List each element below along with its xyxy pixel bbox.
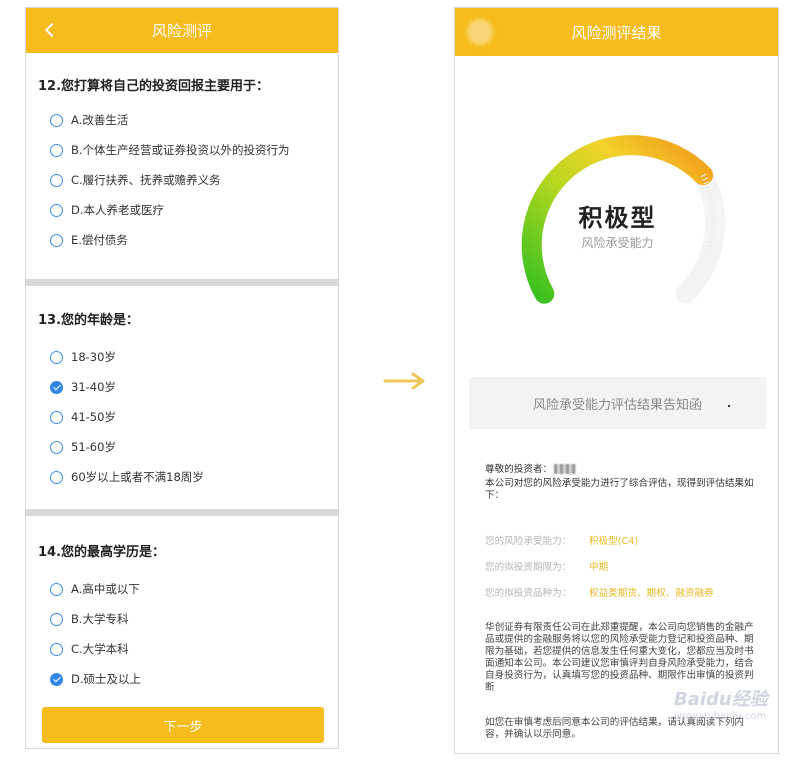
radio-icon[interactable] xyxy=(50,470,63,484)
option-14-d[interactable]: D.硕士及以上 xyxy=(38,664,326,694)
risk-type-label: 积极型 xyxy=(578,204,657,232)
disclaimer-text: 华创证券有限责任公司在此郑重提醒，本公司向您销售的金融产品或提供的金融服务将以您… xyxy=(485,622,754,693)
notice-letter-button[interactable]: 风险承受能力评估结果告知函 xyxy=(469,377,766,429)
section-divider xyxy=(26,509,338,516)
page-title: 风险测评 xyxy=(151,22,212,40)
dot-icon xyxy=(728,405,730,407)
page: 风险测评 12.您打算将自己的投资回报主要用于： A.改善生活 B.个体生产经营… xyxy=(0,0,800,765)
question-12: 12.您打算将自己的投资回报主要用于： A.改善生活 B.个体生产经营或证券投资… xyxy=(26,53,338,279)
summary-row: 您的拟投资品种为： 权益类期货、期权、融资融券 xyxy=(485,585,714,599)
radio-icon[interactable] xyxy=(50,582,63,596)
radio-icon[interactable] xyxy=(50,143,63,157)
question-13: 13.您的年龄是： 18-30岁 31-40岁 41-50岁 51-60岁 60… xyxy=(26,286,338,509)
option-13-2[interactable]: 31-40岁 xyxy=(38,372,326,402)
summary-label: 您的风险承受能力： xyxy=(485,536,572,547)
radio-checked-icon[interactable] xyxy=(50,672,63,686)
radio-checked-icon[interactable] xyxy=(50,380,63,394)
option-label: C.大学本科 xyxy=(71,642,129,656)
option-label: D.本人养老或医疗 xyxy=(71,203,165,217)
option-label: A.改善生活 xyxy=(71,113,129,127)
page-title: 风险测评结果 xyxy=(571,23,662,42)
option-label: E.偿付债务 xyxy=(71,233,128,247)
radio-icon[interactable] xyxy=(50,113,63,127)
option-12-a[interactable]: A.改善生活 xyxy=(38,105,326,135)
option-label: 41-50岁 xyxy=(71,410,116,424)
radio-icon[interactable] xyxy=(50,410,63,424)
option-label: 60岁以上或者不满18周岁 xyxy=(71,470,204,484)
radio-icon[interactable] xyxy=(50,642,63,656)
next-step-button[interactable]: 下一步 xyxy=(42,707,324,743)
option-label: D.硕士及以上 xyxy=(71,672,142,686)
question-title: 13.您的年龄是： xyxy=(38,313,140,328)
greeting-line: 尊敬的投资者： xyxy=(485,464,755,476)
option-label: A.高中或以下 xyxy=(71,582,140,596)
right-arrow-icon xyxy=(383,372,425,390)
header-bar: 风险测评结果 xyxy=(455,8,778,56)
option-12-c[interactable]: C.履行扶养、抚养或赡养义务 xyxy=(38,165,326,195)
option-label: 18-30岁 xyxy=(71,350,116,364)
option-14-a[interactable]: A.高中或以下 xyxy=(38,574,326,604)
option-label: 31-40岁 xyxy=(71,380,116,394)
back-button[interactable] xyxy=(36,16,64,44)
question-title: 14.您的最高学历是： xyxy=(38,545,166,560)
option-14-b[interactable]: B.大学专科 xyxy=(38,604,326,634)
question-14: 14.您的最高学历是： A.高中或以下 B.大学专科 C.大学本科 D.硕士及以… xyxy=(26,516,338,694)
summary-value: 中期 xyxy=(589,562,609,573)
questionnaire-screen: 风险测评 12.您打算将自己的投资回报主要用于： A.改善生活 B.个体生产经营… xyxy=(25,7,339,749)
header-bar: 风险测评 xyxy=(26,8,338,53)
closing-text: 如您在审慎考虑后同意本公司的评估结果，请认真阅读下列内容，并确认以示同意。 xyxy=(485,717,745,740)
option-12-d[interactable]: D.本人养老或医疗 xyxy=(38,195,326,225)
summary-row: 您的风险承受能力： 积极型(C4) xyxy=(485,533,638,547)
radio-icon[interactable] xyxy=(50,612,63,626)
radio-icon[interactable] xyxy=(50,233,63,247)
summary-row: 您的拟投资期限为： 中期 xyxy=(485,559,608,573)
option-13-5[interactable]: 60岁以上或者不满18周岁 xyxy=(38,462,326,492)
option-13-4[interactable]: 51-60岁 xyxy=(38,432,326,462)
intro-text: 本公司对您的风险承受能力进行了综合评估，现得到评估结果如下： xyxy=(485,478,754,501)
greeting-text: 尊敬的投资者： xyxy=(485,464,553,475)
summary-label: 您的拟投资期限为： xyxy=(485,562,572,573)
radio-icon[interactable] xyxy=(50,203,63,217)
radio-icon[interactable] xyxy=(50,440,63,454)
option-label: B.大学专科 xyxy=(71,612,129,626)
question-title: 12.您打算将自己的投资回报主要用于： xyxy=(38,79,270,94)
option-13-1[interactable]: 18-30岁 xyxy=(38,342,326,372)
result-screen: 风险测评结果 积极型 风险承受能力 风险承受能力评估结果告知函 尊敬的投资者： … xyxy=(454,7,779,754)
summary-value: 积极型(C4) xyxy=(589,536,639,547)
option-12-e[interactable]: E.偿付债务 xyxy=(38,225,326,255)
radio-icon[interactable] xyxy=(50,173,63,187)
option-label: C.履行扶养、抚养或赡养义务 xyxy=(71,173,221,187)
radio-icon[interactable] xyxy=(50,350,63,364)
option-label: 51-60岁 xyxy=(71,440,116,454)
masked-name xyxy=(554,464,577,474)
notice-label: 风险承受能力评估结果告知函 xyxy=(532,397,702,413)
option-14-c[interactable]: C.大学本科 xyxy=(38,634,326,664)
summary-label: 您的拟投资品种为： xyxy=(485,588,572,599)
avatar xyxy=(467,19,493,45)
risk-caption: 风险承受能力 xyxy=(581,236,654,250)
chevron-left-icon xyxy=(44,22,60,38)
summary-value: 权益类期货、期权、融资融券 xyxy=(589,588,714,599)
option-label: B.个体生产经营或证券投资以外的投资行为 xyxy=(71,143,290,157)
section-divider xyxy=(26,279,338,286)
option-13-3[interactable]: 41-50岁 xyxy=(38,402,326,432)
option-12-b[interactable]: B.个体生产经营或证券投资以外的投资行为 xyxy=(38,135,326,165)
